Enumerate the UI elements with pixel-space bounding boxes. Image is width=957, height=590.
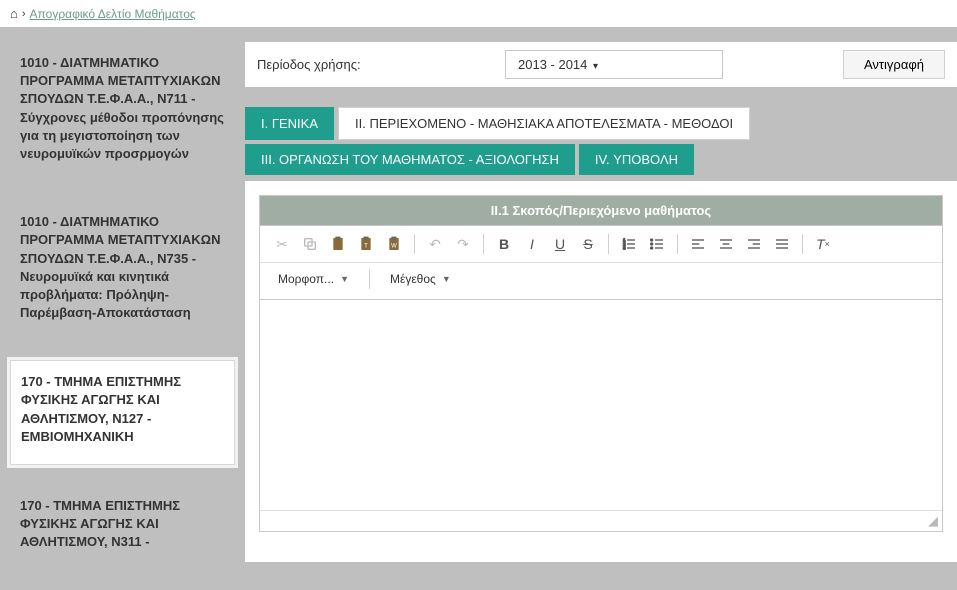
format-select[interactable]: Μορφοπ... ▼: [270, 270, 357, 288]
period-label: Περίοδος χρήσης:: [257, 57, 505, 72]
align-left-icon[interactable]: [686, 232, 710, 256]
editor-toolbar: ✂ T W ↶: [260, 226, 942, 263]
filters-bar: Περίοδος χρήσης: 2013 - 2014 Αντιγραφή: [245, 42, 957, 87]
rich-text-editor: ✂ T W ↶: [260, 225, 942, 531]
tab-content[interactable]: II. ΠΕΡΙΕΧΟΜΕΝΟ - ΜΑΘΗΣΙΑΚΑ ΑΠΟΤΕΛΕΣΜΑΤΑ…: [338, 107, 750, 140]
period-select[interactable]: 2013 - 2014: [505, 50, 723, 79]
svg-text:W: W: [391, 243, 397, 249]
panel-title: II.1 Σκοπός/Περιεχόμενο μαθήματος: [260, 196, 942, 225]
underline-icon[interactable]: U: [548, 232, 572, 256]
toolbar-separator: [369, 269, 370, 289]
bold-icon[interactable]: B: [492, 232, 516, 256]
size-select[interactable]: Μέγεθος ▼: [382, 270, 459, 288]
toolbar-separator: [677, 234, 678, 254]
chevron-down-icon: ▼: [340, 274, 349, 284]
cut-icon[interactable]: ✂: [270, 232, 294, 256]
resize-handle[interactable]: ◢: [260, 510, 942, 531]
remove-format-icon[interactable]: T×: [811, 232, 835, 256]
sidebar: 1010 - ΔΙΑΤΜΗΜΑΤΙΚΟ ΠΡΟΓΡΑΜΜΑ ΜΕΤΑΠΤΥΧΙΑ…: [0, 42, 245, 590]
align-justify-icon[interactable]: [770, 232, 794, 256]
sidebar-item-course[interactable]: 170 - ΤΜΗΜΑ ΕΠΙΣΤΗΜΗΣ ΦΥΣΙΚΗΣ ΑΓΩΓΗΣ ΚΑΙ…: [10, 485, 235, 570]
svg-text:3: 3: [623, 245, 626, 250]
svg-text:T: T: [364, 243, 368, 249]
editor-textarea[interactable]: [260, 300, 942, 510]
toolbar-separator: [802, 234, 803, 254]
paste-icon[interactable]: [326, 232, 350, 256]
sidebar-item-course[interactable]: 1010 - ΔΙΑΤΜΗΜΑΤΙΚΟ ΠΡΟΓΡΑΜΜΑ ΜΕΤΑΠΤΥΧΙΑ…: [10, 201, 235, 340]
size-label: Μέγεθος: [390, 272, 436, 286]
strike-icon[interactable]: S: [576, 232, 600, 256]
tabs: I. ΓΕΝΙΚΑ II. ΠΕΡΙΕΧΟΜΕΝΟ - ΜΑΘΗΣΙΑΚΑ ΑΠ…: [245, 107, 957, 175]
paste-text-icon[interactable]: T: [354, 232, 378, 256]
period-value: 2013 - 2014: [518, 57, 587, 72]
italic-icon[interactable]: I: [520, 232, 544, 256]
tab-submit[interactable]: IV. ΥΠΟΒΟΛΗ: [579, 144, 694, 175]
toolbar-separator: [483, 234, 484, 254]
breadcrumb: ⌂ › Απογραφικό Δελτίο Μαθήματος: [0, 0, 957, 27]
paste-word-icon[interactable]: W: [382, 232, 406, 256]
toolbar-separator: [608, 234, 609, 254]
breadcrumb-link[interactable]: Απογραφικό Δελτίο Μαθήματος: [30, 7, 196, 21]
sidebar-item-course[interactable]: 1010 - ΔΙΑΤΜΗΜΑΤΙΚΟ ΠΡΟΓΡΑΜΜΑ ΜΕΤΑΠΤΥΧΙΑ…: [10, 42, 235, 181]
chevron-right-icon: ›: [22, 8, 26, 20]
unordered-list-icon[interactable]: [645, 232, 669, 256]
format-label: Μορφοπ...: [278, 272, 334, 286]
copy-icon[interactable]: [298, 232, 322, 256]
copy-button[interactable]: Αντιγραφή: [843, 50, 945, 79]
tab-organization[interactable]: III. ΟΡΓΑΝΩΣΗ ΤΟΥ ΜΑΘΗΜΑΤΟΣ - ΑΞΙΟΛΟΓΗΣΗ: [245, 144, 575, 175]
toolbar-separator: [414, 234, 415, 254]
content-panel: II.1 Σκοπός/Περιεχόμενο μαθήματος ✂ T: [245, 181, 957, 562]
tab-general[interactable]: I. ΓΕΝΙΚΑ: [245, 107, 334, 140]
align-right-icon[interactable]: [742, 232, 766, 256]
align-center-icon[interactable]: [714, 232, 738, 256]
home-icon[interactable]: ⌂: [10, 6, 18, 21]
sidebar-item-course[interactable]: 170 - ΤΜΗΜΑ ΕΠΙΣΤΗΜΗΣ ΦΥΣΙΚΗΣ ΑΓΩΓΗΣ ΚΑΙ…: [10, 360, 235, 465]
ordered-list-icon[interactable]: 123: [617, 232, 641, 256]
undo-icon[interactable]: ↶: [423, 232, 447, 256]
redo-icon[interactable]: ↷: [451, 232, 475, 256]
chevron-down-icon: ▼: [442, 274, 451, 284]
